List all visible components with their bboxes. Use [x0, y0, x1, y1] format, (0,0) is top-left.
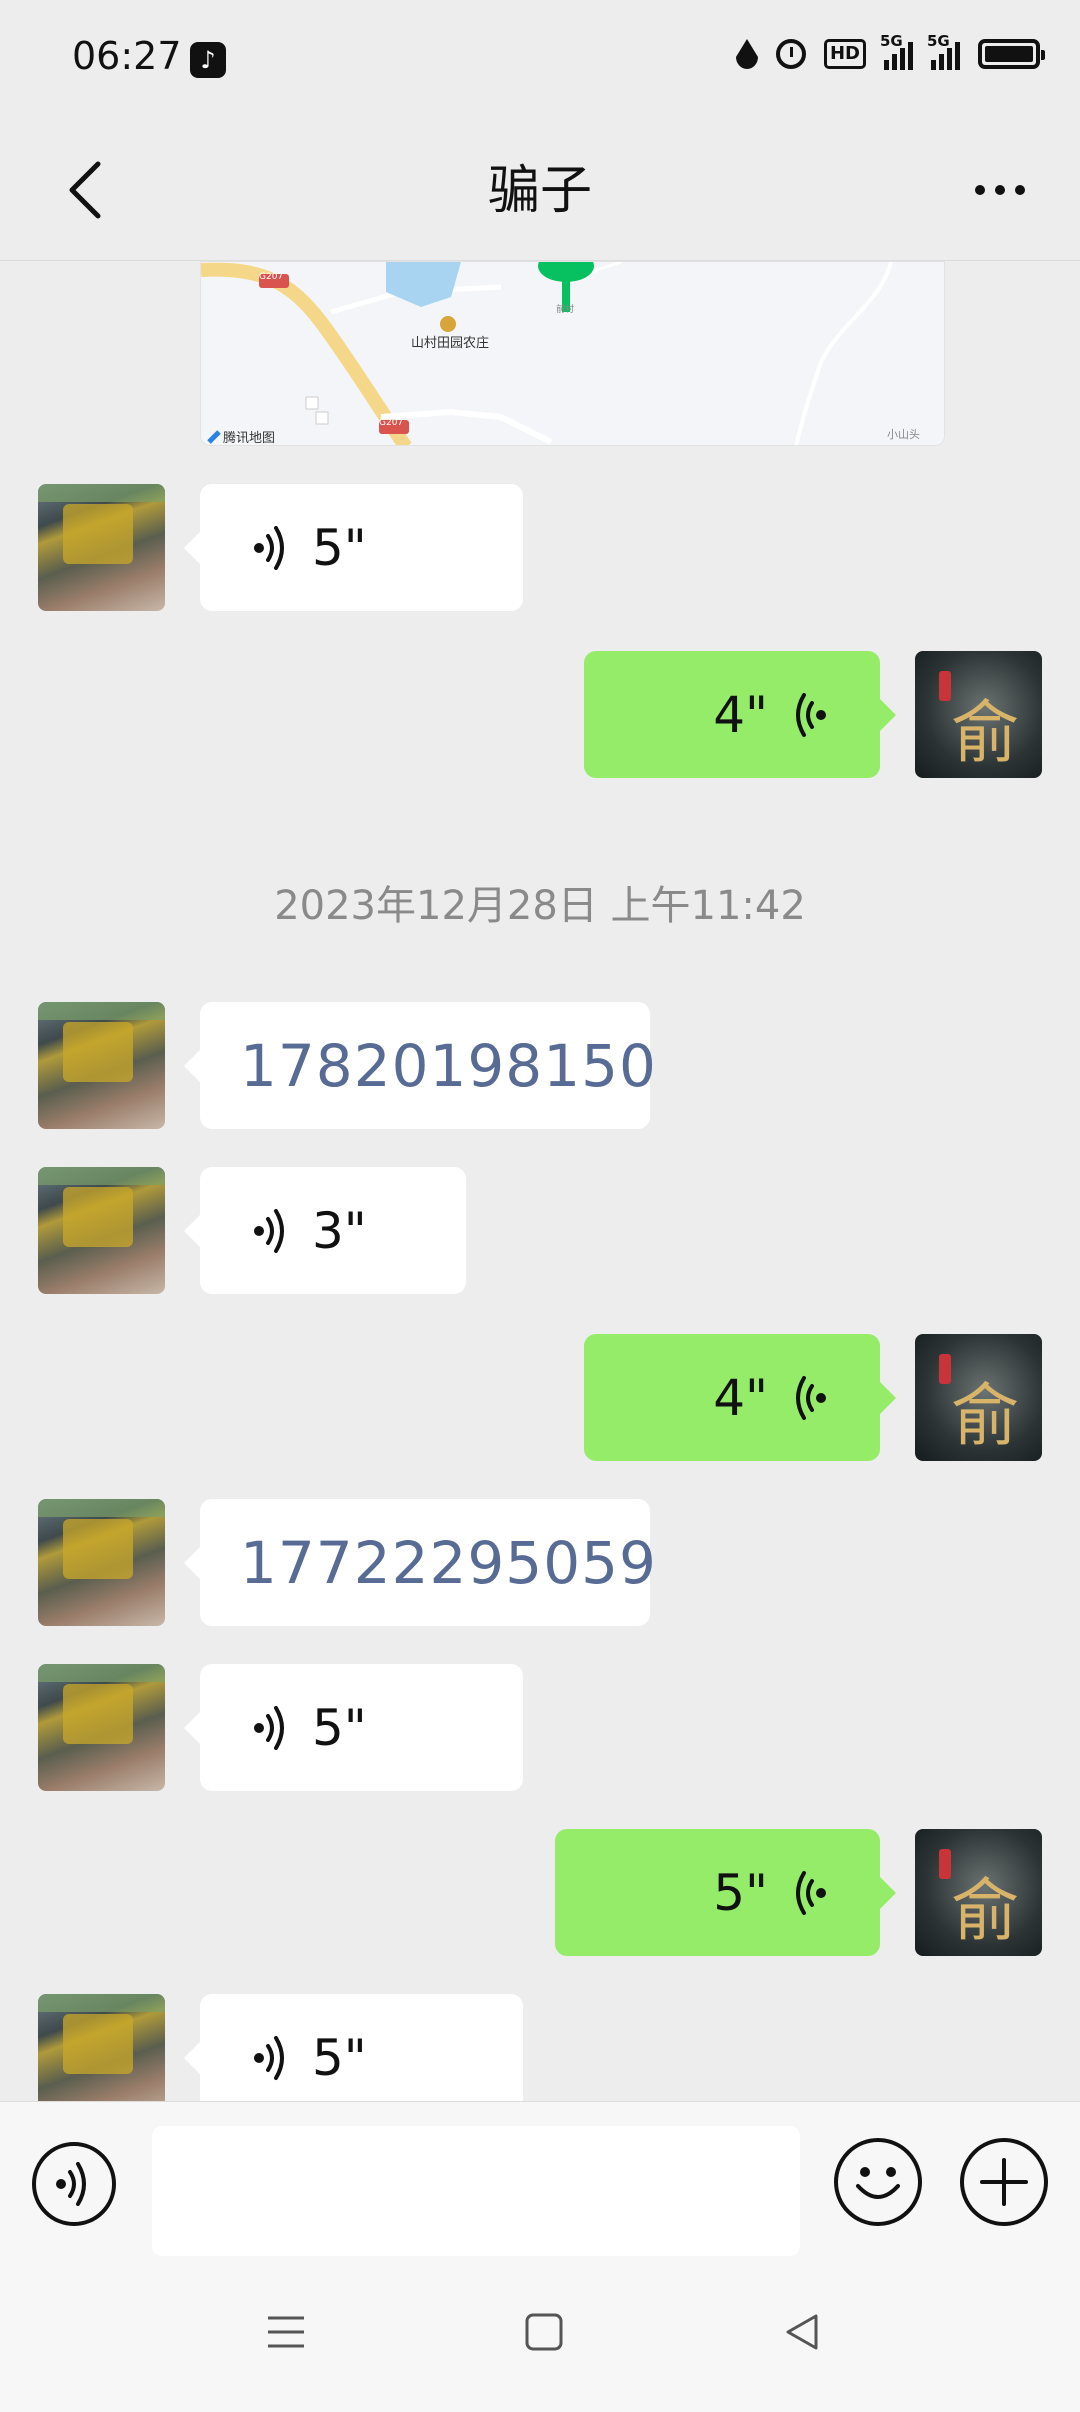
contact-avatar[interactable]: [38, 1664, 165, 1791]
hd-voice-icon: HD: [823, 39, 866, 69]
voice-message-bubble[interactable]: 3": [184, 1167, 466, 1294]
my-avatar[interactable]: 俞: [915, 651, 1042, 778]
battery-icon: [978, 39, 1045, 69]
voice-duration: 5": [713, 1863, 768, 1922]
signal-strength-icon-2: 5G: [927, 32, 960, 70]
menu-icon: [268, 2316, 304, 2348]
network-label-1: 5G: [880, 32, 903, 50]
status-time: 06:27: [72, 34, 182, 78]
my-avatar[interactable]: 俞: [915, 1334, 1042, 1461]
plus-icon: [980, 2158, 1028, 2206]
voice-message-bubble[interactable]: 5": [184, 484, 523, 611]
voice-wave-icon: [796, 692, 826, 737]
map-provider-label: 腾讯地图: [223, 431, 276, 446]
map-place-label: 小山头: [887, 428, 920, 441]
contact-avatar[interactable]: [38, 1002, 165, 1129]
map-image: [201, 262, 944, 445]
phone-number-link[interactable]: 17820198150: [240, 1032, 657, 1100]
more-functions-button[interactable]: [960, 2138, 1048, 2226]
chat-input-bar: [0, 2101, 1080, 2262]
smiley-icon: [856, 2167, 900, 2199]
voice-duration: 4": [713, 685, 768, 744]
voice-message-bubble[interactable]: 5": [184, 1664, 523, 1791]
system-navigation-bar: [0, 2262, 1080, 2412]
voice-duration: 4": [713, 1368, 768, 1427]
voice-wave-icon: [254, 1705, 284, 1750]
signal-strength-icon-1: 5G: [880, 32, 913, 70]
voice-message-bubble[interactable]: 5": [184, 1994, 523, 2101]
contact-avatar[interactable]: [38, 1167, 165, 1294]
status-bar: 06:27 ♪ HD 5G 5G: [0, 0, 1080, 120]
voice-message-bubble[interactable]: 5": [555, 1829, 896, 1956]
contact-avatar[interactable]: [38, 484, 165, 611]
tiktok-notification-icon: ♪: [190, 42, 226, 78]
phone-number-link[interactable]: 17722295059: [240, 1529, 657, 1597]
alarm-clock-icon: [775, 39, 806, 69]
voice-message-bubble[interactable]: 4": [584, 651, 896, 778]
triangle-back-icon: [786, 2314, 818, 2350]
map-place-label: 前村: [556, 305, 575, 315]
voice-duration: 5": [312, 1698, 367, 1757]
voice-duration: 5": [312, 518, 367, 577]
water-drop-icon: [735, 39, 758, 69]
recent-apps-button[interactable]: [256, 2302, 316, 2362]
voice-duration: 3": [312, 1201, 367, 1260]
status-icons: HD 5G 5G: [735, 32, 1045, 70]
message-input[interactable]: [152, 2126, 800, 2256]
voice-wave-icon: [254, 1208, 284, 1253]
voice-wave-icon: [796, 1870, 826, 1915]
system-back-button[interactable]: [772, 2302, 832, 2362]
text-message-bubble[interactable]: 17820198150: [184, 1002, 656, 1129]
map-road-label: G207: [259, 272, 284, 282]
more-dots-icon: [975, 185, 985, 195]
chat-header: 骗子: [0, 120, 1080, 261]
chat-title: 骗子: [487, 161, 592, 221]
more-button[interactable]: [960, 150, 1040, 230]
voice-input-toggle-button[interactable]: [32, 2142, 116, 2226]
square-icon: [525, 2313, 563, 2351]
emoji-button[interactable]: [834, 2138, 922, 2226]
voice-wave-icon: [254, 525, 284, 570]
network-label-2: 5G: [927, 32, 950, 50]
voice-duration: 5": [312, 2028, 367, 2087]
voice-message-bubble[interactable]: 4": [584, 1334, 896, 1461]
message-timestamp: 2023年12月28日 上午11:42: [274, 883, 806, 929]
home-button[interactable]: [514, 2302, 574, 2362]
contact-avatar[interactable]: [38, 1499, 165, 1626]
location-map-card[interactable]: 山村田园农庄 G207 G207 腾讯地图 小山头 前村: [200, 261, 945, 446]
voice-icon: [56, 2162, 86, 2206]
voice-wave-icon: [796, 1375, 826, 1420]
map-poi-label: 山村田园农庄: [411, 336, 490, 351]
text-message-bubble[interactable]: 17722295059: [184, 1499, 656, 1626]
my-avatar[interactable]: 俞: [915, 1829, 1042, 1956]
voice-wave-icon: [254, 2035, 284, 2080]
message-list[interactable]: 山村田园农庄 G207 G207 腾讯地图 小山头 前村 5" 4" 俞 202…: [0, 261, 1080, 2101]
contact-avatar[interactable]: [38, 1994, 165, 2101]
map-road-label: G207: [379, 418, 404, 428]
